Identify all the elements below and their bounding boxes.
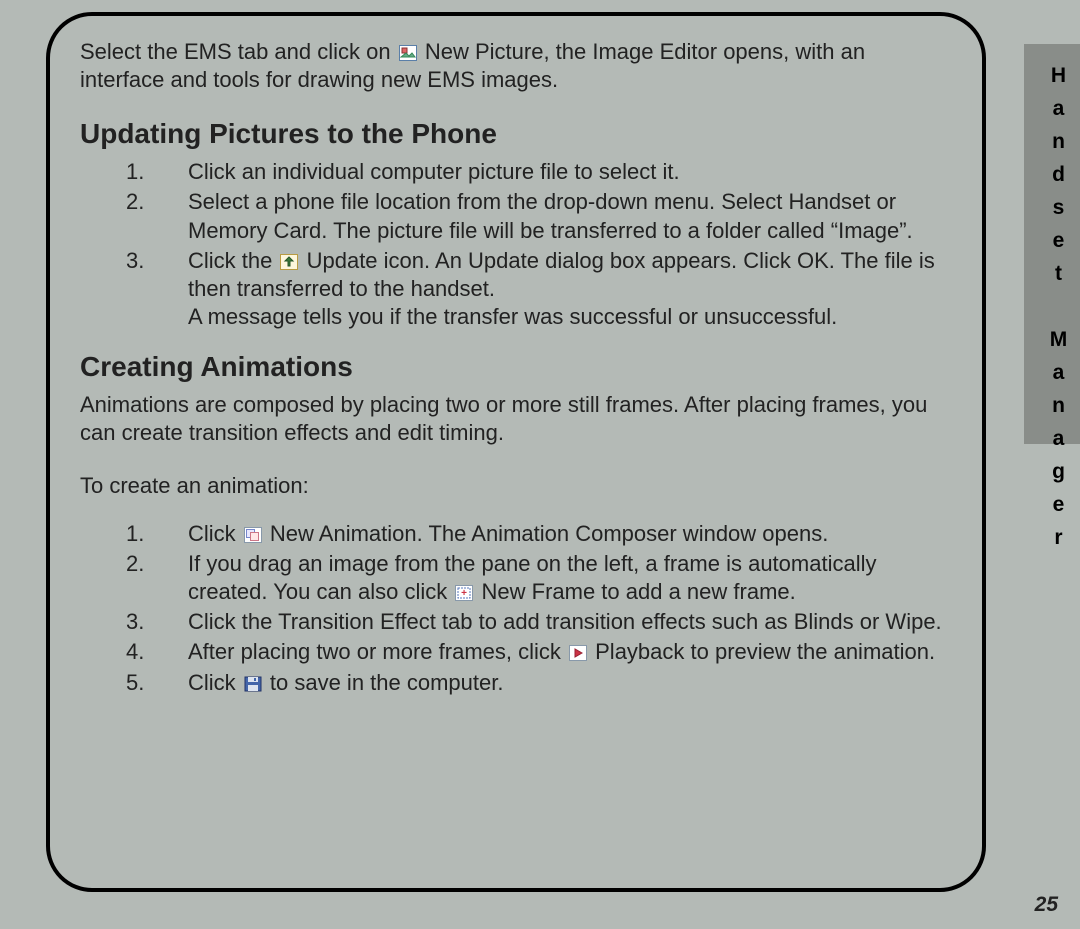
item-number: 3. — [126, 608, 188, 636]
item-number: 3. — [126, 247, 188, 331]
item-number: 4. — [126, 638, 188, 666]
item-number: 5. — [126, 669, 188, 697]
heading-animations: Creating Animations — [80, 351, 952, 383]
list-item: 5. Click to save in the computer. — [80, 669, 952, 697]
item-post: New Frame to add a new frame. — [475, 579, 795, 604]
heading-updating: Updating Pictures to the Phone — [80, 118, 952, 150]
intro-paragraph: Select the EMS tab and click on New Pict… — [80, 38, 952, 94]
item-post: New Animation. The Animation Composer wi… — [264, 521, 829, 546]
item-text: After placing two or more frames, click … — [188, 638, 952, 666]
item-pre: Click the — [188, 248, 278, 273]
playback-icon — [569, 645, 587, 661]
list-item: 3. Click the Transition Effect tab to ad… — [80, 608, 952, 636]
svg-text:+: + — [461, 588, 467, 599]
list-item: 4. After placing two or more frames, cli… — [80, 638, 952, 666]
item-number: 1. — [126, 158, 188, 186]
side-tab-label: Handset Manager — [1046, 64, 1070, 559]
item-pre: Click — [188, 521, 242, 546]
list-updating: 1. Click an individual computer picture … — [80, 158, 952, 331]
list-animations: 1. Click New Animation. The Animation Co… — [80, 520, 952, 697]
item-pre: Click — [188, 670, 242, 695]
item-text: If you drag an image from the pane on th… — [188, 550, 952, 606]
item-text: Click to save in the computer. — [188, 669, 952, 697]
new-animation-icon — [244, 527, 262, 543]
item-pre: After placing two or more frames, click — [188, 639, 567, 664]
page-frame: Select the EMS tab and click on New Pict… — [46, 12, 986, 892]
item-post: Update icon. An Update dialog box appear… — [188, 248, 935, 329]
new-frame-icon: + — [455, 585, 473, 601]
list-item: 1. Click New Animation. The Animation Co… — [80, 520, 952, 548]
list-item: 2. Select a phone file location from the… — [80, 188, 952, 244]
item-post: Playback to preview the animation. — [589, 639, 935, 664]
item-post: to save in the computer. — [264, 670, 504, 695]
list-item: 2. If you drag an image from the pane on… — [80, 550, 952, 606]
item-text: Click the Update icon. An Update dialog … — [188, 247, 952, 331]
item-number: 1. — [126, 520, 188, 548]
item-text: Click the Transition Effect tab to add t… — [188, 608, 952, 636]
item-text: Click an individual computer picture fil… — [188, 158, 952, 186]
item-number: 2. — [126, 550, 188, 606]
page-number: 25 — [1035, 893, 1058, 917]
intro-pre: Select the EMS tab and click on — [80, 39, 397, 64]
item-text: Select a phone file location from the dr… — [188, 188, 952, 244]
save-icon — [244, 676, 262, 692]
item-text: Click New Animation. The Animation Compo… — [188, 520, 952, 548]
list-item: 3. Click the Update icon. An Update dial… — [80, 247, 952, 331]
animations-lead: To create an animation: — [80, 472, 952, 500]
animations-body: Animations are composed by placing two o… — [80, 391, 952, 447]
item-number: 2. — [126, 188, 188, 244]
list-item: 1. Click an individual computer picture … — [80, 158, 952, 186]
update-icon — [280, 254, 298, 270]
new-picture-icon — [399, 45, 417, 61]
